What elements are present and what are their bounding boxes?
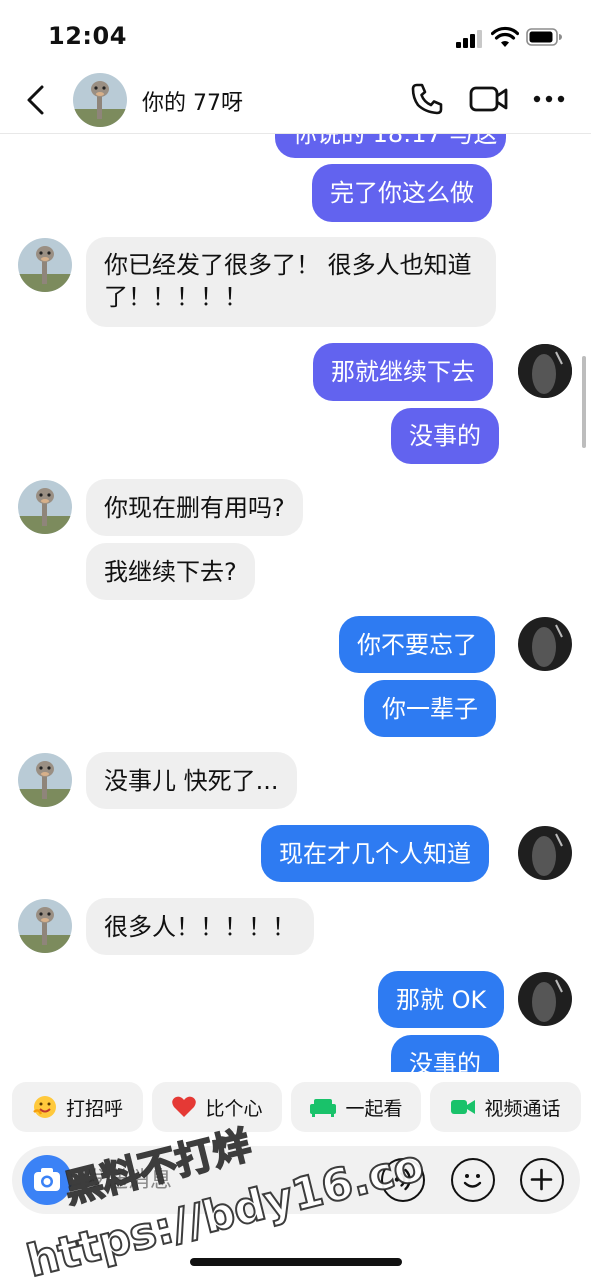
cellular-signal-icon (456, 30, 484, 48)
self-avatar[interactable] (518, 344, 572, 398)
plus-icon (530, 1168, 553, 1191)
back-chevron-icon[interactable] (20, 82, 52, 118)
status-time: 12:04 (48, 22, 127, 50)
home-indicator[interactable] (190, 1258, 402, 1266)
self-avatar[interactable] (518, 826, 572, 880)
video-call-icon[interactable] (469, 84, 509, 114)
self-avatar[interactable] (518, 972, 572, 1026)
quick-action-label: 视频通话 (484, 1097, 561, 1120)
status-bar: 12:04 (0, 0, 591, 70)
contact-avatar[interactable] (18, 899, 72, 953)
message-bubble-outgoing[interactable]: 没事的 (391, 1035, 499, 1072)
quick-action-label: 一起看 (345, 1097, 403, 1120)
voice-message-button[interactable] (381, 1158, 425, 1202)
video-camera-icon (451, 1100, 476, 1114)
ostrich-avatar-icon (18, 899, 72, 953)
message-bubble-outgoing[interactable]: 完了你这么做 (312, 164, 492, 222)
quick-actions-bar: 打招呼 比个心 一起看 视频通话 (0, 1082, 591, 1132)
message-bubble-incoming[interactable]: 你已经发了很多了！ 很多人也知道了！！！！！ (86, 237, 496, 327)
message-bubble-incoming[interactable]: 没事儿 快死了... (86, 752, 297, 809)
message-composer (12, 1146, 580, 1214)
message-bubble-outgoing[interactable]: 你一辈子 (364, 680, 496, 737)
camera-button[interactable] (22, 1155, 72, 1205)
ostrich-avatar-icon (18, 753, 72, 807)
smiley-icon (463, 1174, 482, 1188)
ostrich-avatar-icon (73, 73, 127, 127)
self-avatar-image-icon (518, 617, 572, 671)
contact-name[interactable]: 你的 77呀 (142, 85, 243, 117)
message-bubble-incoming[interactable]: 我继续下去? (86, 543, 255, 600)
message-bubble-outgoing[interactable]: 那就继续下去 (313, 343, 493, 401)
message-bubble-outgoing[interactable]: 没事的 (391, 408, 499, 464)
wifi-icon (491, 26, 519, 47)
emoji-button[interactable] (451, 1158, 495, 1202)
chat-header: 你的 77呀 (0, 70, 591, 134)
more-options-icon[interactable] (532, 84, 566, 114)
self-avatar[interactable] (518, 617, 572, 671)
contact-avatar[interactable] (18, 238, 72, 292)
message-list[interactable]: 你说的 18:17 与这 完了你这么做 你已经发了很多了！ 很多人也知道了！！！… (0, 134, 591, 1072)
ostrich-avatar-icon (18, 238, 72, 292)
message-bubble-outgoing[interactable]: 你不要忘了 (339, 616, 495, 673)
ostrich-avatar-icon (18, 480, 72, 534)
message-bubble-incoming[interactable]: 很多人！！！！！ (86, 898, 314, 955)
self-avatar-image-icon (518, 826, 572, 880)
add-attachment-button[interactable] (520, 1158, 564, 1202)
message-bubble-incoming[interactable]: 你现在删有用吗? (86, 479, 303, 536)
message-bubble-outgoing[interactable]: 现在才几个人知道 (261, 825, 489, 882)
contact-avatar[interactable] (18, 753, 72, 807)
quick-action-label: 比个心 (205, 1097, 263, 1120)
message-bubble-outgoing[interactable]: 那就 OK (378, 971, 505, 1028)
quick-action-video-call[interactable]: 视频通话 (430, 1082, 581, 1132)
voice-wave-icon (394, 1168, 411, 1191)
message-bubble-outgoing[interactable]: 你说的 18:17 与这 (275, 134, 506, 158)
quick-action-greet[interactable]: 打招呼 (12, 1082, 143, 1132)
self-avatar-image-icon (518, 344, 572, 398)
contact-avatar[interactable] (73, 73, 127, 127)
phone-call-icon[interactable] (410, 82, 444, 116)
self-avatar-image-icon (518, 972, 572, 1026)
scrollbar[interactable] (582, 356, 586, 448)
sofa-icon (310, 1099, 337, 1117)
heart-icon (172, 1096, 197, 1117)
quick-action-heart[interactable]: 比个心 (152, 1082, 282, 1132)
contact-avatar[interactable] (18, 480, 72, 534)
quick-action-label: 打招呼 (65, 1097, 123, 1120)
message-input[interactable] (84, 1164, 374, 1196)
wave-emoji-icon (33, 1096, 56, 1118)
battery-icon (526, 28, 562, 46)
camera-icon (34, 1168, 60, 1191)
quick-action-watch-together[interactable]: 一起看 (291, 1082, 421, 1132)
